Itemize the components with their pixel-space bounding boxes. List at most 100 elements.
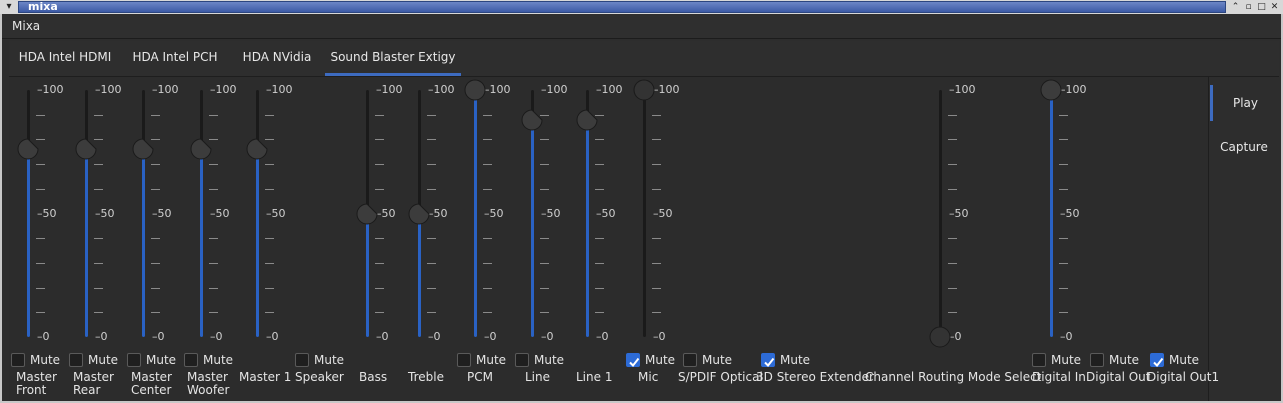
scale-tick [1059,262,1068,264]
slider-handle[interactable] [521,109,543,131]
check-icon [764,357,775,368]
mute-checkbox-master-rear[interactable] [69,353,83,367]
scale-label-0: –0 [37,330,50,343]
slider-handle[interactable] [356,202,378,225]
scale-tick [948,139,957,141]
slider-handle[interactable] [246,138,268,160]
slider-handle[interactable] [75,138,97,160]
scale-tick [595,164,604,166]
scale-tick [375,287,384,289]
menu-mixa[interactable]: Mixa [12,19,40,33]
slider-track[interactable] [474,90,477,337]
scale-tick [652,262,661,264]
scale-tick [209,114,218,116]
slider-handle[interactable] [576,109,598,131]
slider-track[interactable] [1050,90,1053,337]
slider-handle[interactable] [408,202,430,225]
scale-tick [36,164,45,166]
minimize-icon[interactable]: ▫ [1242,0,1255,14]
channel-label: Channel Routing Mode Select [865,370,1042,384]
mute-label: Mute [645,353,676,367]
scale-label-50: –50 [484,206,504,220]
slider-handle[interactable] [464,79,486,101]
shade-icon[interactable]: ⌃ [1229,0,1242,14]
channel-label: Master Woofer [187,370,230,397]
channel-label: Treble [408,370,444,384]
tab-hda-intel-pch[interactable]: HDA Intel PCH [121,41,229,76]
tab-hda-nvidia[interactable]: HDA NVidia [229,41,325,76]
scale-tick [151,238,160,240]
scale-tick [151,287,160,289]
scale-tick [36,188,45,190]
scale-tick [1059,114,1068,116]
scale-tick [209,262,218,264]
scale-label-100: –100 [1060,83,1087,96]
slider-handle[interactable] [190,138,212,160]
slider-track[interactable] [643,90,646,337]
slider-channel-routing-mode-select[interactable]: –100 –50 –0 [929,77,991,401]
scale-tick [948,262,957,264]
slider-fill [586,119,589,337]
scale-label-100: –100 [484,83,511,96]
mute-checkbox-3d-stereo-extender[interactable] [761,353,775,368]
slider-handle[interactable] [633,79,655,101]
tab-play[interactable]: Play [1210,85,1278,121]
scale-label-100: –100 [152,83,179,96]
slider-track[interactable] [200,90,203,337]
mute-checkbox-mic[interactable] [626,353,640,368]
close-icon[interactable]: ✕ [1268,0,1281,14]
tab-hda-intel-hdmi[interactable]: HDA Intel HDMI [9,41,121,76]
slider-track[interactable] [85,90,88,337]
scale-tick [652,114,661,116]
scale-tick [427,287,436,289]
channel-label: Line 1 [576,370,613,384]
scale-label-50: –50 [152,206,172,220]
mute-label: Mute [534,353,565,367]
scale-tick [375,312,384,314]
mute-checkbox-s-pdif-optical[interactable] [683,353,697,367]
slider-handle[interactable] [17,138,39,160]
scale-label-0: –0 [428,330,441,343]
scale-tick [375,164,384,166]
scale-tick [540,287,549,289]
mute-checkbox-master-woofer[interactable] [184,353,198,367]
maximize-icon[interactable]: □ [1255,0,1268,14]
window-menu-icon[interactable]: ▾ [2,0,16,14]
scale-label-0: –0 [653,330,666,343]
slider-fill [85,149,88,337]
slider-handle[interactable] [132,138,154,160]
scale-tick [265,114,274,116]
scale-tick [375,188,384,190]
slider-fill [256,149,259,337]
slider-fill [366,213,369,337]
scale-tick [948,312,957,314]
mute-label: Mute [30,353,61,367]
slider-bass[interactable]: –100 –50 –0 [356,77,418,401]
mute-checkbox-speaker[interactable] [295,353,309,367]
slider-track[interactable] [256,90,259,337]
slider-track[interactable] [27,90,30,337]
scale-tick [265,312,274,314]
slider-handle[interactable] [1040,79,1062,101]
mute-checkbox-digital-out[interactable] [1090,353,1104,367]
scale-tick [375,139,384,141]
scale-tick [151,164,160,166]
mute-checkbox-master-front[interactable] [11,353,25,367]
mute-label: Mute [1169,353,1200,367]
tab-capture[interactable]: Capture [1210,129,1278,165]
scale-tick [209,287,218,289]
scale-label-50: –50 [376,206,396,220]
slider-track[interactable] [939,90,942,337]
scale-tick [265,262,274,264]
mute-checkbox-digital-out1[interactable] [1150,353,1164,368]
slider-track[interactable] [142,90,145,337]
scale-tick [540,312,549,314]
mute-checkbox-pcm[interactable] [457,353,471,367]
mute-checkbox-line[interactable] [515,353,529,367]
slider-handle[interactable] [929,326,951,348]
tab-sound-blaster-extigy[interactable]: Sound Blaster Extigy [325,41,461,76]
scale-tick [94,287,103,289]
mute-checkbox-digital-in[interactable] [1032,353,1046,367]
scale-tick [265,188,274,190]
mute-checkbox-master-center[interactable] [127,353,141,367]
